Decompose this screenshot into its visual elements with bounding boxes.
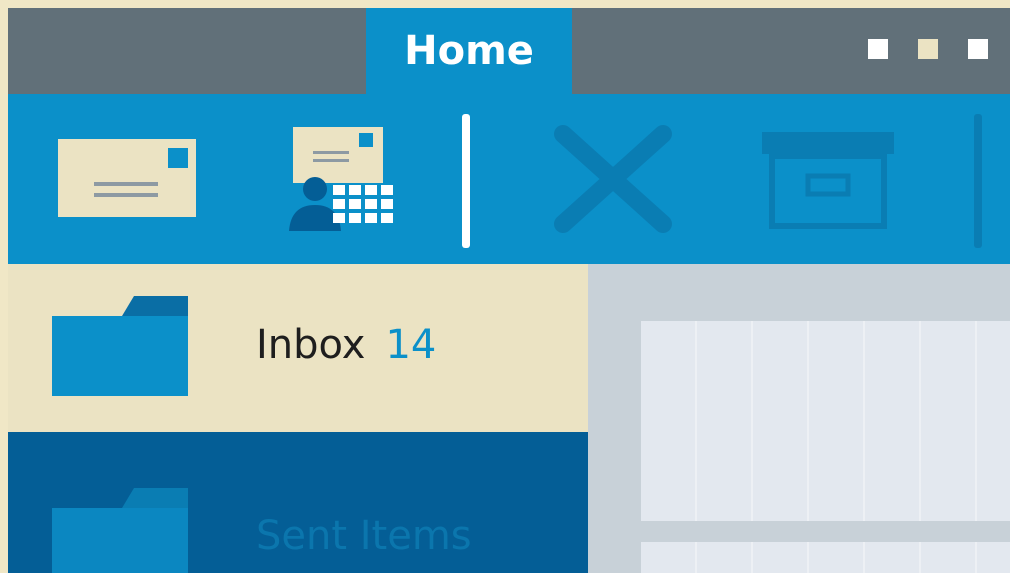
folder-name: Inbox [256, 322, 366, 368]
envelope-icon [58, 139, 196, 217]
meeting-calendar-icon [289, 127, 393, 231]
folder-pane: Inbox 14 Sent Items [8, 264, 588, 573]
ribbon-separator-2 [974, 114, 982, 248]
archive-box-icon [762, 132, 894, 229]
message-card[interactable] [641, 321, 1010, 521]
close-button[interactable] [968, 39, 988, 59]
tab-home[interactable]: Home [366, 8, 572, 94]
message-card[interactable] [641, 542, 1010, 573]
unread-count-badge: 14 [385, 322, 437, 368]
new-email-button[interactable] [28, 94, 228, 264]
delete-button[interactable] [538, 94, 688, 264]
folder-icon [52, 296, 188, 396]
new-meeting-button[interactable] [268, 94, 418, 264]
delete-x-icon [554, 125, 672, 233]
maximize-button[interactable] [918, 39, 938, 59]
message-list-pane [588, 264, 1010, 573]
folder-label-inbox: Inbox 14 [256, 322, 436, 368]
ribbon-separator [462, 114, 470, 248]
mail-app-window: Home Inbox 14 Sent Items [8, 8, 1010, 573]
minimize-button[interactable] [868, 39, 888, 59]
folder-label-sent-items: Sent Items [256, 513, 472, 559]
ribbon-toolbar [8, 94, 1010, 264]
archive-button[interactable] [748, 94, 908, 264]
screen-frame: Home Inbox 14 Sent Items [0, 0, 1010, 573]
title-bar: Home [8, 8, 1010, 94]
folder-item-sent-items[interactable]: Sent Items [8, 432, 588, 573]
folder-item-inbox[interactable]: Inbox 14 [8, 264, 588, 432]
folder-icon [52, 488, 188, 573]
